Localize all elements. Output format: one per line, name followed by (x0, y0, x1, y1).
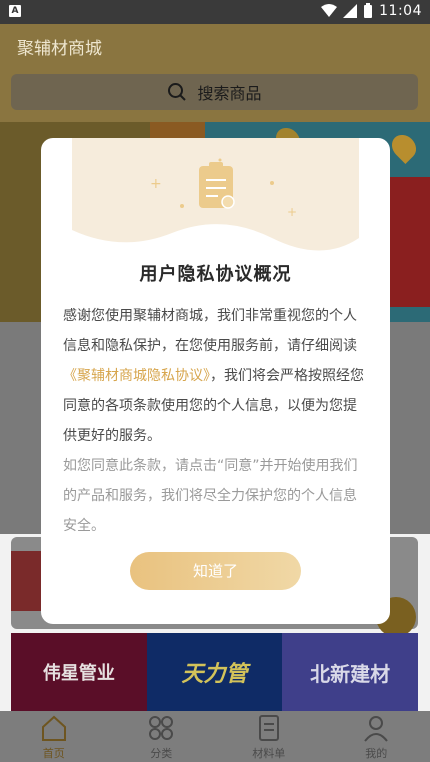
dialog-text: 感谢您使用聚辅材商城，我们非常重视您的个人信息和隐私保护，在您使用服务前，请仔细… (63, 308, 357, 354)
privacy-dialog: + + 用户隐私协议概况 感谢您使用聚辅材商城，我们非常重视您的个人信息和隐私保… (41, 138, 390, 624)
document-illustration-icon: + + (72, 138, 359, 251)
svg-text:+: + (150, 176, 162, 192)
confirm-button[interactable]: 知道了 (130, 552, 301, 590)
dialog-consent-text: 如您同意此条款，请点击“同意”并开始使用我们的产品和服务，我们将尽全力保护您的个… (63, 458, 358, 534)
dialog-title: 用户隐私协议概况 (139, 264, 292, 285)
privacy-policy-link[interactable]: 《聚辅材商城隐私协议》 (63, 368, 210, 384)
dialog-body: 感谢您使用聚辅材商城，我们非常重视您的个人信息和隐私保护，在您使用服务前，请仔细… (63, 301, 369, 541)
svg-text:+: + (287, 205, 297, 219)
